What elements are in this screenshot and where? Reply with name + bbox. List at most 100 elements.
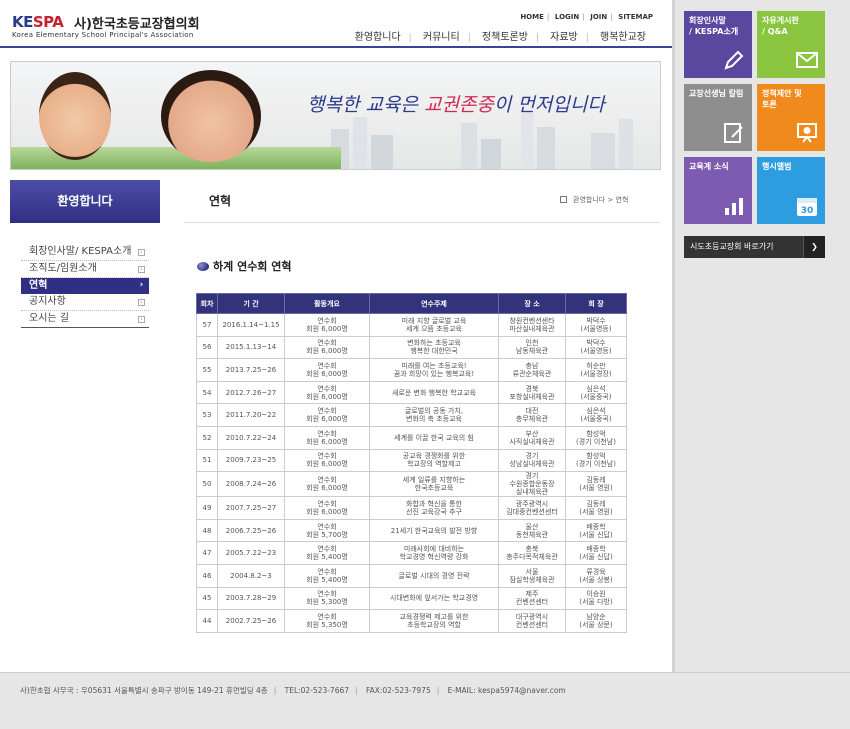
table-row: 47 2005.7.22~23 연수회 회원 5,400명 미래사회에 대비하는 학교…: [196, 541, 627, 565]
gnb-archive[interactable]: 자료방: [550, 32, 578, 43]
cell-president: 김동레 (서울 영원): [565, 471, 627, 498]
cell-period: 2009.7.23~25: [217, 448, 285, 473]
child-photo-1: [39, 72, 111, 160]
lnb-item-greeting[interactable]: 회장인사말/ KESPA소개 ›: [21, 244, 149, 261]
cell-round: 57: [196, 313, 218, 337]
lnb-item-history[interactable]: 연혁 ›: [21, 278, 149, 294]
table-row: 48 2006.7.25~26 연수회 회원 5,700명 21세기 한국교육의 발전…: [196, 518, 627, 543]
cell-round: 56: [196, 335, 218, 360]
cell-venue: 광주광역시 김대중컨벤션센터: [498, 496, 566, 520]
cell-venue: 충남 류관순체육관: [498, 358, 566, 382]
cell-theme: 공교육 경쟁화를 위한 학교장의 역할제고: [369, 448, 499, 473]
bullet-icon: [197, 262, 209, 271]
main-banner: 행복한 교육은 교권존중이 먼저입니다: [10, 61, 661, 170]
col-header-round: 회차: [196, 293, 218, 314]
cell-theme: 글로벌 시대의 경영 전략: [369, 563, 499, 588]
cell-venue: 부산 사직실내체육관: [498, 425, 566, 450]
cell-round: 53: [196, 403, 218, 427]
chevron-down-icon[interactable]: ❯: [803, 236, 825, 258]
tile-column[interactable]: 교장선생님 칼럼: [684, 84, 752, 151]
gnb-policy-forum[interactable]: 정책토론방: [482, 32, 528, 43]
city-skyline-graphic: [331, 111, 633, 169]
child-photo-2: [161, 70, 261, 162]
left-nav: 회장인사말/ KESPA소개 › 조직도/임원소개 › 연혁 › 공지사항 › 오시는 …: [21, 244, 149, 328]
cell-president: 이승원 (서울 다방): [565, 586, 627, 611]
lnb-item-directions[interactable]: 오시는 길 ›: [21, 311, 149, 328]
arrow-right-icon: ›: [139, 280, 144, 290]
cell-activity: 연수회 회원 6,000명: [284, 425, 370, 450]
table-row: 55 2013.7.25~26 연수회 회원 6,000명 미래를 여는 초등교육! …: [196, 358, 627, 382]
cell-president: 심은석 (서울중곡): [565, 403, 627, 427]
lnb-item-organization[interactable]: 조직도/임원소개 ›: [21, 261, 149, 278]
cell-round: 51: [196, 448, 218, 473]
cell-round: 46: [196, 563, 218, 588]
footer: 사)한초협 사무국 : 우05631 서울특별시 송파구 방이동 149-21 …: [20, 686, 566, 695]
page-title: 연혁: [209, 194, 232, 208]
cell-round: 50: [196, 471, 218, 498]
footer-tel: TEL:02-523-7667: [284, 686, 350, 695]
cell-period: 2007.7.25~27: [217, 496, 285, 520]
cell-venue: 인천 남동체육관: [498, 335, 566, 360]
tile-free-board[interactable]: 자유게시판 / Q&A: [757, 11, 825, 78]
tile-greeting[interactable]: 회장인사말 / KESPA소개: [684, 11, 752, 78]
cell-activity: 연수회 회원 6,000명: [284, 403, 370, 427]
util-sitemap-link[interactable]: SITEMAP: [618, 13, 653, 21]
region-shortcut-select[interactable]: 시도초등교장회 바로가기 ❯: [684, 236, 825, 258]
cell-president: 류경육 (서울 상봉): [565, 563, 627, 588]
cell-president: 박덕수 (서울영등): [565, 313, 627, 337]
bar-chart-icon: [725, 198, 743, 215]
cell-period: 2016.1.14~1.15: [217, 313, 285, 337]
cell-president: 허순만 (서울경장): [565, 358, 627, 382]
cell-theme: 미래를 여는 초등교육! 꿈과 희망이 있는 행복교육!: [369, 358, 499, 382]
cell-venue: 서울 잠실학생체육관: [498, 563, 566, 588]
cell-president: 배종학 (서울 신답): [565, 518, 627, 543]
util-login-link[interactable]: LOGIN: [555, 13, 579, 21]
cell-activity: 연수회 회원 6,000명: [284, 335, 370, 360]
gnb-happy-principal[interactable]: 행복한교장: [600, 32, 646, 43]
cell-round: 55: [196, 358, 218, 382]
tile-news[interactable]: 교육계 소식: [684, 157, 752, 224]
tile-album[interactable]: 행시앨범 30: [757, 157, 825, 224]
title-divider: [184, 222, 660, 223]
tile-policy[interactable]: 정책제안 및 토론: [757, 84, 825, 151]
cell-period: 2013.7.25~26: [217, 358, 285, 382]
cell-theme: 미래 지향 글로벌 교육 세계 으뜸 초등교육: [369, 313, 499, 337]
svg-text:30: 30: [801, 206, 814, 216]
cell-venue: 경기 수원종합운동장 실내체육관: [498, 471, 566, 498]
home-icon[interactable]: [560, 196, 567, 203]
cell-period: 2006.7.25~26: [217, 518, 285, 543]
cell-venue: 대전 충무체육관: [498, 403, 566, 427]
cell-theme: 시대변화에 앞서가는 학교경영: [369, 586, 499, 611]
cell-period: 2012.7.26~27: [217, 380, 285, 405]
chart-board-icon: [797, 123, 817, 143]
cell-round: 54: [196, 380, 218, 405]
cell-president: 박덕수 (서울영등): [565, 335, 627, 360]
cell-period: 2002.7.25~26: [217, 609, 285, 633]
table-row: 49 2007.7.25~27 연수회 회원 6,000명 화합과 혁신을 통한 선진…: [196, 496, 627, 520]
gnb-welcome[interactable]: 환영합니다: [355, 32, 401, 43]
cell-period: 2005.7.22~23: [217, 541, 285, 565]
page-body: KESPA 사)한국초등교장협의회 Korea Elementary Schoo…: [0, 0, 672, 672]
col-header-venue: 장 소: [498, 293, 566, 314]
arrow-right-icon: ›: [138, 316, 145, 323]
breadcrumb: 환영합니다 > 연혁: [560, 195, 628, 205]
header-divider: [0, 46, 672, 48]
cell-period: 2004.8.2~3: [217, 563, 285, 588]
cell-president: 함성억 (경기 이천남): [565, 448, 627, 473]
util-join-link[interactable]: JOIN: [590, 13, 607, 21]
cell-president: 남양순 (서울 상문): [565, 609, 627, 633]
util-home-link[interactable]: HOME: [520, 13, 544, 21]
table-row: 56 2015.1.13~14 연수회 회원 6,000명 변화하는 초등교육 행복한…: [196, 335, 627, 360]
gnb-community[interactable]: 커뮤니티: [423, 32, 460, 43]
cell-theme: 변화하는 초등교육 행복한 대한민국: [369, 335, 499, 360]
section-title: 하계 연수회 연혁: [197, 258, 292, 274]
lnb-item-notice[interactable]: 공지사항 ›: [21, 294, 149, 311]
cell-venue: 제주 컨벤션센터: [498, 586, 566, 611]
cell-activity: 연수회 회원 6,000명: [284, 358, 370, 382]
footer-email[interactable]: E-MAIL: kespa5974@naver.com: [448, 686, 566, 695]
cell-round: 47: [196, 541, 218, 565]
cell-president: 김동레 (서울 영원): [565, 496, 627, 520]
table-row: 51 2009.7.23~25 연수회 회원 6,000명 공교육 경쟁화를 위한 학…: [196, 448, 627, 473]
history-table: 회차 기 간 활동개요 연수주제 장 소 회 장 57 2016.1.14~1.1…: [196, 293, 627, 633]
cell-activity: 연수회 회원 6,000명: [284, 496, 370, 520]
